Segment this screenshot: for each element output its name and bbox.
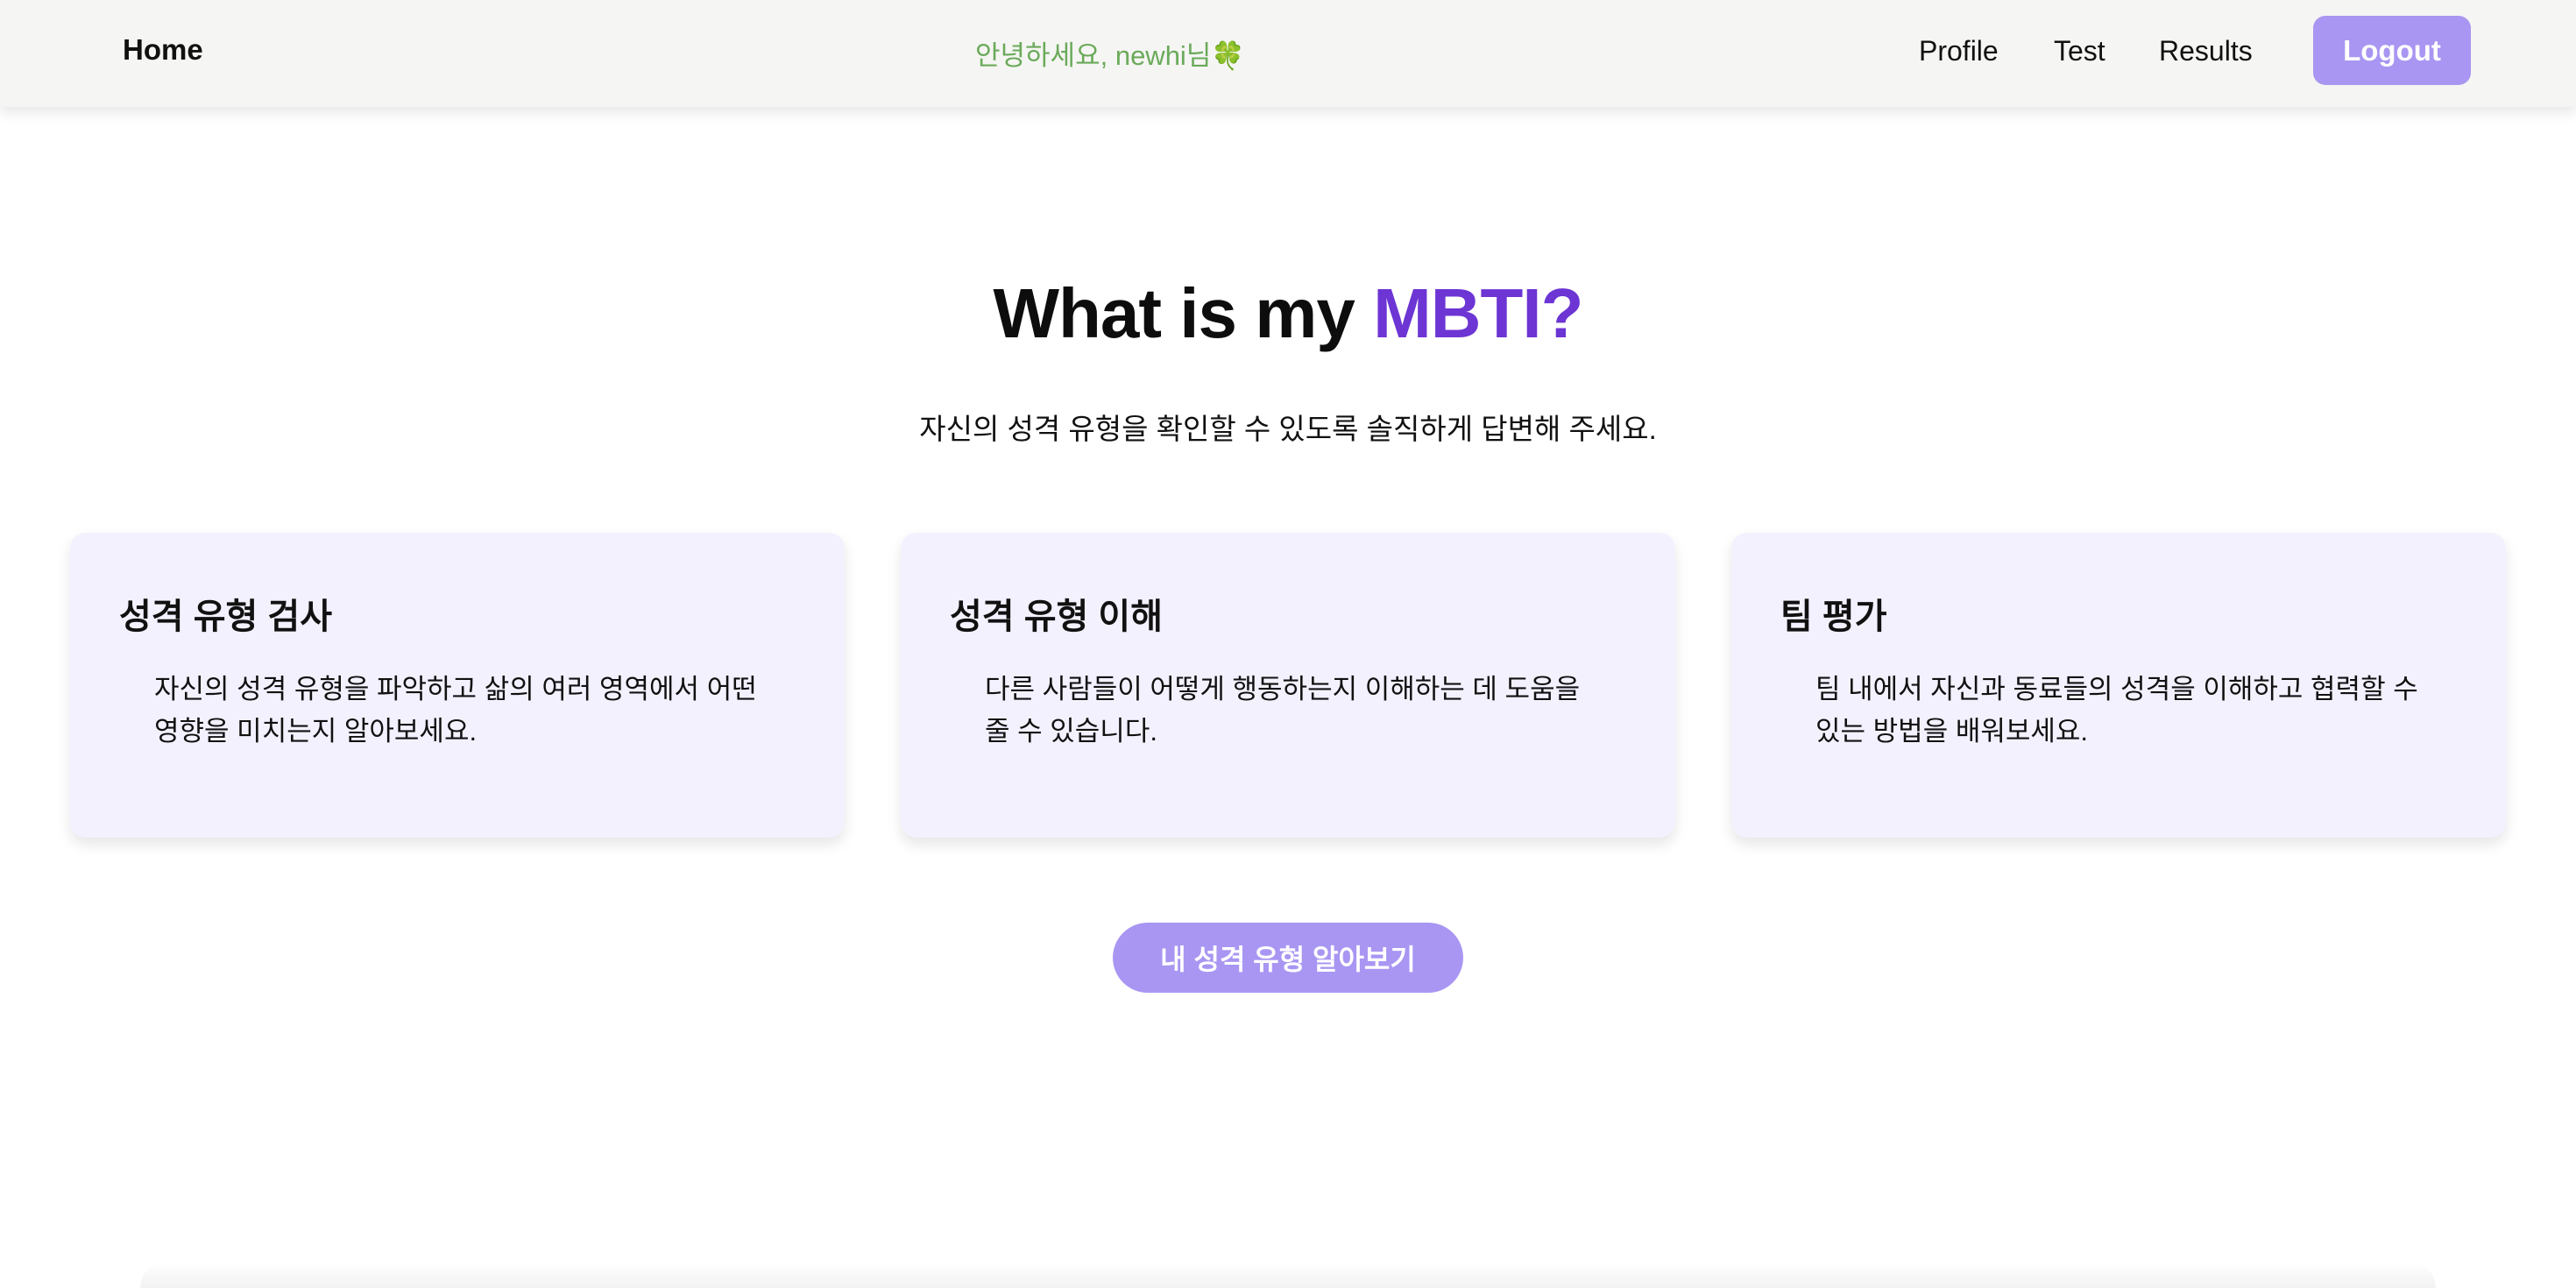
- card-title: 팀 평가: [1780, 598, 1887, 636]
- nav-link-test[interactable]: Test: [2054, 35, 2105, 67]
- greeting-text: 안녕하세요, newhi님🍀: [975, 40, 1245, 71]
- title-prefix: What is my: [993, 274, 1374, 352]
- card-description: 다른 사람들이 어떻게 행동하는지 이해하는 데 도움을 줄 수 있습니다.: [985, 674, 1581, 747]
- card-title: 성격 유형 검사: [119, 598, 333, 636]
- logout-button[interactable]: Logout: [2313, 16, 2471, 85]
- footer-shadow: [140, 1262, 2436, 1288]
- navbar: Home 안녕하세요, newhi님🍀 Profile Test Results…: [0, 0, 2576, 107]
- nav-link-results[interactable]: Results: [2159, 35, 2253, 67]
- nav-link-profile[interactable]: Profile: [1919, 35, 1999, 67]
- feature-card-understanding: 성격 유형 이해 다른 사람들이 어떻게 행동하는지 이해하는 데 도움을 줄 …: [901, 533, 1675, 838]
- card-description: 자신의 성격 유형을 파악하고 삶의 여러 영역에서 어떤 영향을 미치는지 알…: [154, 674, 757, 747]
- card-description: 팀 내에서 자신과 동료들의 성격을 이해하고 협력할 수 있는 방법을 배워보…: [1815, 674, 2418, 747]
- title-accent: MBTI?: [1373, 274, 1583, 352]
- find-my-type-button[interactable]: 내 성격 유형 알아보기: [1113, 923, 1463, 993]
- feature-card-team: 팀 평가 팀 내에서 자신과 동료들의 성격을 이해하고 협력할 수 있는 방법…: [1731, 533, 2506, 838]
- nav-home-link[interactable]: Home: [123, 33, 203, 67]
- page-title: What is my MBTI?: [0, 273, 2576, 354]
- page-subtitle: 자신의 성격 유형을 확인할 수 있도록 솔직하게 답변해 주세요.: [919, 413, 1657, 445]
- feature-card-test: 성격 유형 검사 자신의 성격 유형을 파악하고 삶의 여러 영역에서 어떤 영…: [70, 533, 845, 838]
- card-title: 성격 유형 이해: [950, 598, 1164, 636]
